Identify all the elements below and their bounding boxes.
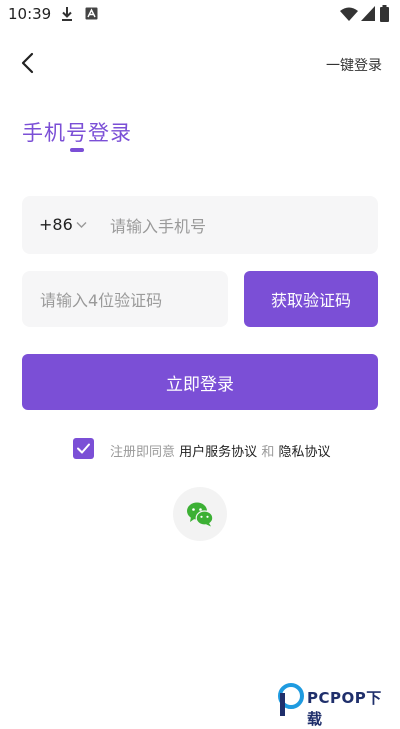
one-key-login-link[interactable]: 一键登录 [326, 55, 382, 75]
status-bar: 10:39 [0, 0, 400, 28]
privacy-agreement-link[interactable]: 隐私协议 [278, 445, 330, 460]
agreement-text: 注册即同意 用户服务协议 和 隐私协议 [110, 441, 330, 460]
app-notification-icon [85, 7, 98, 20]
get-code-button[interactable]: 获取验证码 [244, 271, 378, 327]
agreement-prefix: 注册即同意 [110, 445, 176, 460]
agree-checkbox[interactable] [73, 438, 94, 459]
phone-input[interactable] [108, 210, 362, 242]
chevron-down-icon[interactable] [76, 221, 87, 229]
status-time: 10:39 [8, 5, 52, 23]
battery-icon [380, 5, 389, 22]
pcpop-logo [278, 683, 304, 716]
country-code-selector[interactable]: +86 [39, 215, 73, 234]
code-field[interactable] [22, 271, 228, 327]
phone-field[interactable]: +86 [22, 196, 378, 254]
wechat-icon [187, 502, 214, 527]
signal-icon [361, 6, 375, 21]
back-button[interactable] [16, 50, 42, 76]
download-icon [62, 7, 72, 21]
watermark-text: PCPOP下载 [307, 689, 382, 728]
title-underline [70, 148, 84, 152]
watermark: PCPOP下载 [276, 683, 394, 728]
wechat-login-button[interactable] [173, 487, 227, 541]
wifi-icon [340, 7, 358, 21]
agreement-and: 和 [261, 445, 275, 460]
login-button[interactable]: 立即登录 [22, 354, 378, 410]
verification-code-input[interactable] [38, 284, 222, 316]
page-title: 手机号登录 [22, 121, 132, 145]
user-service-agreement-link[interactable]: 用户服务协议 [179, 445, 257, 460]
